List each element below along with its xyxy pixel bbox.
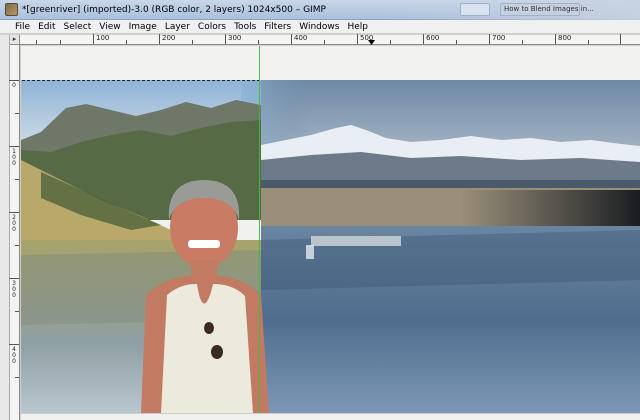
ruler-major-tick [555,34,556,44]
ruler-label-200: 200 [162,34,176,42]
ruler-major-tick [9,80,19,81]
ruler-minor-tick [522,40,523,44]
ruler-label-600: 600 [426,34,440,42]
menu-edit[interactable]: Edit [38,22,55,32]
window-title: *[greenriver] (imported)-3.0 (RGB color,… [22,4,326,15]
ruler-minor-tick [36,40,37,44]
ruler-major-tick [159,34,160,44]
background-window-edge [0,35,10,420]
ruler-major-tick [423,34,424,44]
ruler-minor-tick [324,40,325,44]
ruler-minor-tick [588,40,589,44]
menu-windows[interactable]: Windows [299,22,339,32]
ruler-minor-tick [60,40,61,44]
ruler-major-tick [620,34,621,44]
menu-file[interactable]: File [15,22,30,32]
gimp-icon [5,3,18,16]
ruler-minor-tick [258,40,259,44]
ruler-minor-tick [126,40,127,44]
ruler-minor-tick [192,40,193,44]
image-canvas[interactable] [21,80,640,413]
menu-select[interactable]: Select [64,22,92,32]
ruler-major-tick [9,344,19,345]
menu-tools[interactable]: Tools [234,22,256,32]
ruler-major-tick [291,34,292,44]
background-window-tab[interactable] [460,3,490,16]
ruler-major-tick [9,212,19,213]
ruler-label-300: 300 [228,34,242,42]
menu-filters[interactable]: Filters [264,22,291,32]
ruler-major-tick [225,34,226,44]
menu-bar: File Edit Select View Image Layer Colors… [0,20,640,34]
ruler-label-700: 700 [492,34,506,42]
blended-photo[interactable] [21,80,640,413]
ruler-label-400: 400 [294,34,308,42]
ruler-major-tick [357,34,358,44]
ruler-corner-icon[interactable]: ▸ [10,35,20,45]
ruler-major-tick [9,278,19,279]
ruler-minor-tick [456,40,457,44]
ruler-minor-tick [15,113,19,114]
menu-layer[interactable]: Layer [165,22,190,32]
ruler-label-v100: 100 [12,148,16,167]
ruler-label-800: 800 [558,34,572,42]
horizontal-ruler[interactable]: 100 200 300 400 500 600 700 800 [10,34,640,45]
ruler-major-tick [93,34,94,44]
ruler-minor-tick [15,245,19,246]
ruler-label-100: 100 [96,34,110,42]
ruler-minor-tick [390,40,391,44]
menu-view[interactable]: View [99,22,120,32]
menu-colors[interactable]: Colors [198,22,226,32]
ruler-minor-tick [15,179,19,180]
ruler-label-v200: 200 [12,214,16,233]
vertical-guide-line[interactable] [259,46,260,420]
ruler-minor-tick [15,377,19,378]
background-window-label[interactable]: How to Blend Images in... [500,3,594,16]
canvas-padding-top [21,46,640,80]
layer-boundary-dashed [22,80,260,81]
title-bar: *[greenriver] (imported)-3.0 (RGB color,… [0,0,640,20]
canvas-padding-bottom [21,413,640,420]
ruler-label-v400: 400 [12,346,16,365]
menu-help[interactable]: Help [347,22,368,32]
ruler-major-tick [9,146,19,147]
ruler-label-v0: 0 [12,82,16,89]
menu-image[interactable]: Image [129,22,157,32]
ruler-label-v300: 300 [12,280,16,299]
ruler-minor-tick [15,311,19,312]
ruler-major-tick [489,34,490,44]
vertical-ruler[interactable]: 0 100 200 300 400 [9,45,20,420]
pointer-position-triangle-icon [368,40,375,45]
